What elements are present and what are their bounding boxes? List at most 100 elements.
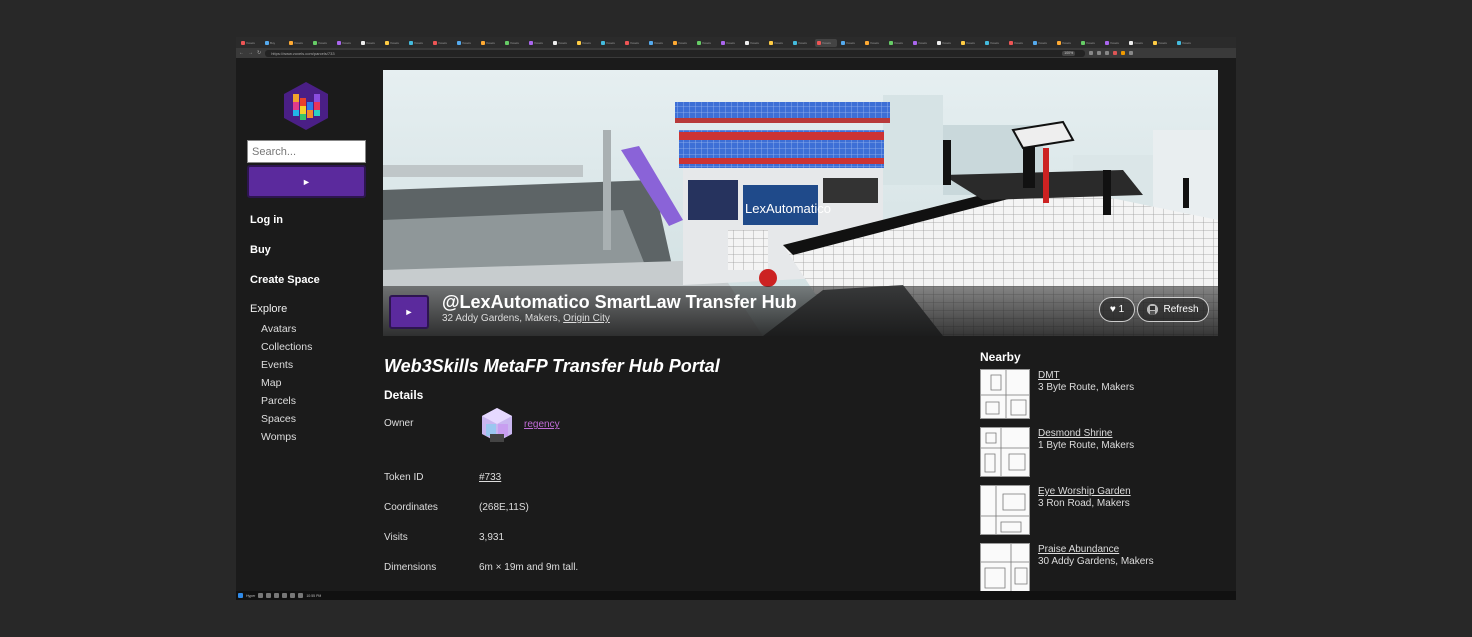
nearby-item[interactable]: Desmond Shrine 1 Byte Route, Makers: [980, 427, 1220, 479]
zoom-level[interactable]: 100%: [1062, 50, 1076, 56]
url-input[interactable]: https://www.voxels.com/parcels/733 100%: [265, 49, 1086, 57]
nearby-map-thumbnail[interactable]: [980, 427, 1030, 477]
back-icon[interactable]: ←: [239, 50, 244, 56]
nav-parcels[interactable]: Parcels: [261, 394, 312, 412]
browser-tab[interactable]: Voxels: [1055, 39, 1077, 47]
browser-tab[interactable]: Voxels: [335, 39, 357, 47]
tab-favicon-icon: [937, 40, 941, 45]
extension-icon[interactable]: [1105, 51, 1110, 55]
play-button[interactable]: ►: [389, 295, 429, 329]
extension-icon[interactable]: [1097, 51, 1102, 55]
nearby-address: 3 Byte Route, Makers: [1038, 382, 1135, 393]
browser-tab[interactable]: Voxels: [863, 39, 885, 47]
refresh-button[interactable]: Refresh: [1137, 297, 1209, 322]
browser-tab[interactable]: Voxels: [719, 39, 741, 47]
browser-tab[interactable]: Voxels: [791, 39, 813, 47]
owner-link[interactable]: regency: [524, 419, 560, 430]
nav-womps[interactable]: Womps: [261, 430, 312, 448]
browser-tab[interactable]: Voxels: [1103, 39, 1125, 47]
browser-tab[interactable]: Voxels: [359, 39, 381, 47]
nav-avatars[interactable]: Avatars: [261, 322, 312, 340]
browser-tab[interactable]: Voxels: [1175, 39, 1197, 47]
tab-favicon-icon: [481, 40, 485, 45]
nav-collections[interactable]: Collections: [261, 340, 312, 358]
browser-tab[interactable]: Voxels: [647, 39, 669, 47]
login-link[interactable]: Log in: [250, 214, 283, 226]
search-input[interactable]: [247, 140, 366, 163]
browser-tab[interactable]: Voxels: [983, 39, 1005, 47]
menu-icon[interactable]: [1129, 51, 1134, 55]
forward-icon[interactable]: →: [248, 50, 253, 56]
nearby-name[interactable]: DMT: [1038, 370, 1060, 381]
browser-tab[interactable]: Voxels: [1151, 39, 1173, 47]
app-icon[interactable]: [274, 593, 280, 598]
app-icon[interactable]: [266, 593, 272, 598]
nearby-item[interactable]: Praise Abundance 30 Addy Gardens, Makers: [980, 543, 1220, 595]
nearby-item[interactable]: Eye Worship Garden 3 Ron Road, Makers: [980, 485, 1220, 537]
create-space-link[interactable]: Create Space: [250, 274, 320, 286]
nearby-map-thumbnail[interactable]: [980, 485, 1030, 535]
nearby-name[interactable]: Praise Abundance: [1038, 544, 1119, 555]
nav-events[interactable]: Events: [261, 358, 312, 376]
nearby-name[interactable]: Desmond Shrine: [1038, 428, 1112, 439]
owner-avatar[interactable]: [478, 406, 516, 444]
browser-tab[interactable]: Voxels: [431, 39, 453, 47]
app-icon[interactable]: [258, 593, 264, 598]
nav-map[interactable]: Map: [261, 376, 312, 394]
browser-tab[interactable]: Voxels: [887, 39, 909, 47]
nearby-address: 30 Addy Gardens, Makers: [1038, 556, 1154, 567]
browser-tab[interactable]: Voxels: [767, 39, 789, 47]
nearby-map-thumbnail[interactable]: [980, 369, 1030, 419]
browser-tab[interactable]: Voxels: [671, 39, 693, 47]
nearby-map-thumbnail[interactable]: [980, 543, 1030, 593]
browser-tab[interactable]: Buy: [263, 39, 285, 47]
browser-tab[interactable]: Voxels: [839, 39, 861, 47]
browser-tab[interactable]: Voxels: [1079, 39, 1101, 47]
browser-tab[interactable]: Voxels: [407, 39, 429, 47]
app-icon[interactable]: [282, 593, 288, 598]
browser-tab[interactable]: Voxels: [575, 39, 597, 47]
nearby-name[interactable]: Eye Worship Garden: [1038, 486, 1131, 497]
taskbar-clock[interactable]: 10:55 PM: [306, 594, 321, 598]
browser-tab[interactable]: Voxels: [935, 39, 957, 47]
explore-heading[interactable]: Explore: [250, 303, 287, 315]
tab-title: Voxels: [438, 40, 447, 45]
browser-tab[interactable]: Voxels: [959, 39, 981, 47]
browser-tab[interactable]: Voxels: [479, 39, 501, 47]
browser-tab[interactable]: Voxels: [527, 39, 549, 47]
search-button[interactable]: ►: [247, 165, 366, 198]
nearby-item[interactable]: DMT 3 Byte Route, Makers: [980, 369, 1220, 421]
token-value[interactable]: #733: [479, 472, 501, 483]
browser-tab[interactable]: Voxels: [1127, 39, 1149, 47]
nav-spaces[interactable]: Spaces: [261, 412, 312, 430]
browser-tab[interactable]: Voxels: [287, 39, 309, 47]
app-icon[interactable]: [290, 593, 296, 598]
extension-icon[interactable]: [1121, 51, 1126, 55]
browser-tab[interactable]: Voxels: [503, 39, 525, 47]
browser-tab[interactable]: Voxels: [239, 39, 261, 47]
browser-tab[interactable]: Voxels: [383, 39, 405, 47]
app-icon[interactable]: [298, 593, 304, 598]
origin-city-link[interactable]: Origin City: [563, 313, 610, 324]
browser-tab[interactable]: Voxels: [455, 39, 477, 47]
browser-tab[interactable]: Voxels: [911, 39, 933, 47]
start-icon[interactable]: [238, 593, 243, 598]
buy-link[interactable]: Buy: [250, 244, 271, 256]
extension-icon[interactable]: [1089, 51, 1094, 55]
browser-tab[interactable]: Voxels: [311, 39, 333, 47]
voxels-logo[interactable]: [284, 82, 328, 130]
browser-tab[interactable]: Voxels: [815, 38, 837, 47]
extension-icon[interactable]: [1113, 51, 1118, 55]
taskbar-search[interactable]: Hyper: [246, 594, 255, 598]
browser-tab[interactable]: Voxels: [695, 39, 717, 47]
browser-tab[interactable]: Voxels: [1007, 39, 1029, 47]
browser-tab[interactable]: Voxels: [743, 39, 765, 47]
browser-tab[interactable]: Voxels: [599, 39, 621, 47]
like-button[interactable]: ♥ 1: [1099, 297, 1135, 322]
browser-tab[interactable]: Voxels: [623, 39, 645, 47]
reload-icon[interactable]: ↻: [257, 50, 261, 56]
tab-favicon-icon: [649, 40, 653, 45]
browser-tab[interactable]: Voxels: [551, 39, 573, 47]
hero-info-bar: ► @LexAutomatico SmartLaw Transfer Hub 3…: [383, 286, 1218, 336]
browser-tab[interactable]: Voxels: [1031, 39, 1053, 47]
